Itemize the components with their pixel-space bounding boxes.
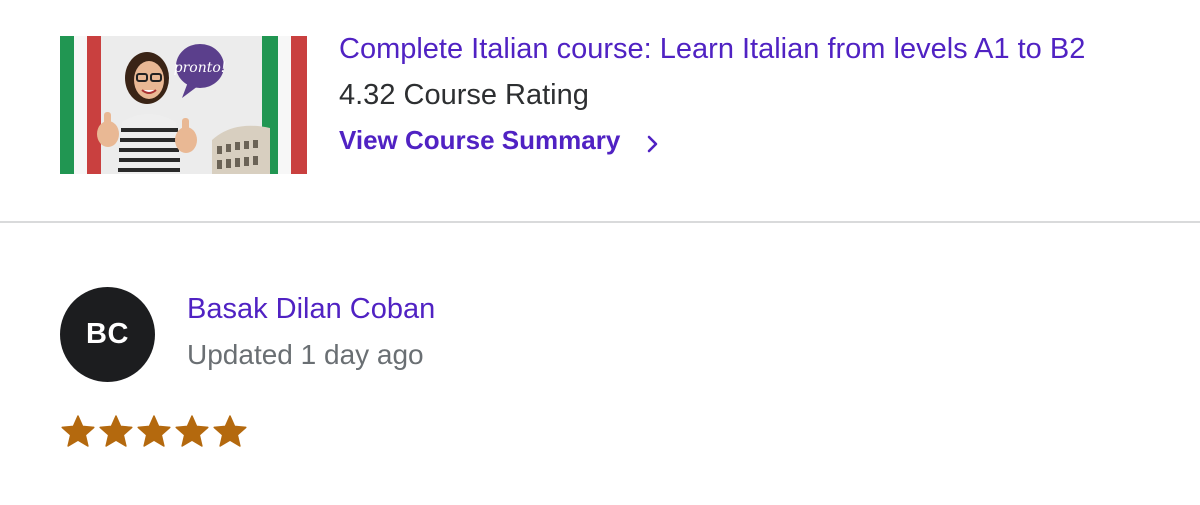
section-divider xyxy=(0,221,1200,223)
star-icon xyxy=(212,414,248,450)
view-course-summary-label: View Course Summary xyxy=(339,124,621,155)
star-icon xyxy=(98,414,134,450)
course-title-link[interactable]: Complete Italian course: Learn Italian f… xyxy=(339,30,1085,68)
reviewer-name-link[interactable]: Basak Dilan Coban xyxy=(187,290,435,328)
course-thumbnail[interactable]: pronto! xyxy=(60,36,307,174)
chevron-right-icon xyxy=(646,130,660,153)
reviewer-avatar[interactable]: BC xyxy=(60,287,155,382)
star-icon xyxy=(60,414,96,450)
avatar-initials: BC xyxy=(86,318,129,350)
star-icon xyxy=(136,414,172,450)
view-course-summary-link[interactable]: View Course Summary xyxy=(339,122,660,158)
thumbnail-badge-text: pronto! xyxy=(174,60,227,76)
star-rating xyxy=(60,414,248,454)
course-card: pronto! Complete Italian course: Learn I… xyxy=(0,0,1200,222)
course-thumbnail-image: pronto! xyxy=(60,36,307,174)
star-icon xyxy=(174,414,210,450)
course-rating-text: 4.32 Course Rating xyxy=(339,79,589,111)
review-updated-time: Updated 1 day ago xyxy=(187,339,424,370)
